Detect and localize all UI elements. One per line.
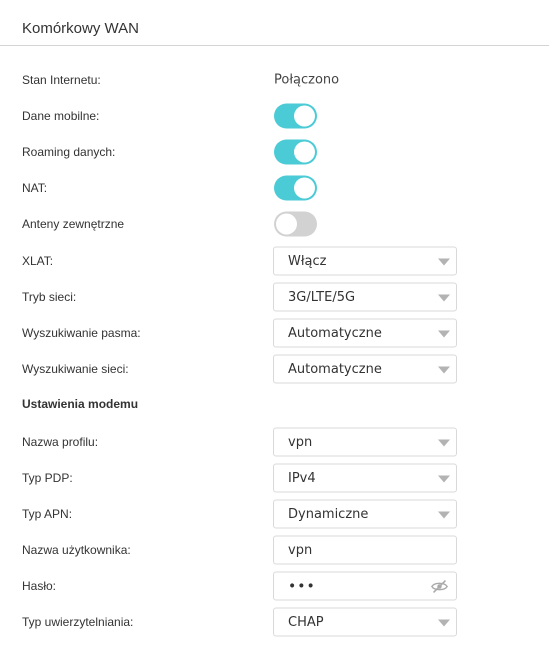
chevron-down-icon — [438, 330, 450, 338]
band-search-row: Wyszukiwanie pasma: Automatyczne — [0, 315, 549, 351]
internet-status-label: Stan Internetu: — [22, 73, 101, 87]
nat-toggle[interactable] — [274, 175, 317, 201]
network-search-select[interactable]: Automatyczne — [273, 354, 457, 384]
network-mode-label: Tryb sieci: — [22, 290, 77, 304]
modem-section-title: Ustawienia modemu — [22, 397, 139, 411]
apn-type-select[interactable]: Dynamiczne — [273, 499, 457, 529]
xlat-row: XLAT: Włącz — [0, 243, 549, 279]
network-search-selected-value: Automatyczne — [288, 361, 382, 377]
apn-type-row: Typ APN: Dynamiczne — [0, 496, 549, 532]
xlat-selected-value: Włącz — [288, 253, 327, 269]
network-search-row: Wyszukiwanie sieci: Automatyczne — [0, 351, 549, 387]
network-search-label: Wyszukiwanie sieci: — [22, 362, 129, 376]
pdp-type-selected-value: IPv4 — [288, 470, 316, 486]
auth-type-label: Typ uwierzytelniania: — [22, 615, 134, 629]
modem-section-header: Ustawienia modemu — [0, 386, 549, 422]
auth-type-row: Typ uwierzytelniania: CHAP — [0, 604, 549, 640]
page-title: Komórkowy WAN — [22, 20, 139, 37]
network-mode-row: Tryb sieci: 3G/LTE/5G — [0, 279, 549, 315]
toggle-knob — [294, 105, 315, 127]
profile-name-row: Nazwa profilu: vpn — [0, 424, 549, 460]
auth-type-selected-value: CHAP — [288, 614, 324, 630]
apn-type-label: Typ APN: — [22, 507, 73, 521]
band-search-select[interactable]: Automatyczne — [273, 318, 457, 348]
username-row: Nazwa użytkownika: vpn — [0, 532, 549, 568]
network-mode-selected-value: 3G/LTE/5G — [288, 289, 356, 305]
mobile-data-label: Dane mobilne: — [22, 109, 100, 123]
toggle-knob — [276, 213, 297, 235]
profile-name-selected-value: vpn — [288, 434, 313, 450]
chevron-down-icon — [438, 619, 450, 627]
apn-type-selected-value: Dynamiczne — [288, 506, 369, 522]
band-search-selected-value: Automatyczne — [288, 325, 382, 341]
username-label: Nazwa użytkownika: — [22, 543, 131, 557]
username-value: vpn — [288, 542, 313, 558]
data-roaming-toggle[interactable] — [274, 139, 317, 165]
pdp-type-row: Typ PDP: IPv4 — [0, 460, 549, 496]
internet-status-row: Stan Internetu: Połączono — [0, 62, 549, 98]
pdp-type-label: Typ PDP: — [22, 471, 73, 485]
chevron-down-icon — [438, 258, 450, 266]
mobile-data-row: Dane mobilne: — [0, 98, 549, 134]
toggle-knob — [294, 177, 315, 199]
eye-slash-icon[interactable] — [431, 580, 448, 594]
data-roaming-label: Roaming danych: — [22, 145, 116, 159]
xlat-label: XLAT: — [22, 254, 54, 268]
auth-type-select[interactable]: CHAP — [273, 607, 457, 637]
password-value: ••• — [288, 578, 316, 594]
chevron-down-icon — [438, 511, 450, 519]
data-roaming-row: Roaming danych: — [0, 134, 549, 170]
chevron-down-icon — [438, 366, 450, 374]
profile-name-select[interactable]: vpn — [273, 427, 457, 457]
title-divider — [0, 45, 549, 46]
username-input[interactable]: vpn — [273, 535, 457, 565]
profile-name-label: Nazwa profilu: — [22, 435, 99, 449]
password-input[interactable]: ••• — [273, 571, 457, 601]
nat-row: NAT: — [0, 170, 549, 206]
external-antennas-label: Anteny zewnętrzne — [22, 217, 125, 231]
chevron-down-icon — [438, 294, 450, 302]
chevron-down-icon — [438, 439, 450, 447]
chevron-down-icon — [438, 475, 450, 483]
network-mode-select[interactable]: 3G/LTE/5G — [273, 282, 457, 312]
mobile-data-toggle[interactable] — [274, 103, 317, 129]
external-antennas-row: Anteny zewnętrzne — [0, 206, 549, 242]
band-search-label: Wyszukiwanie pasma: — [22, 326, 141, 340]
pdp-type-select[interactable]: IPv4 — [273, 463, 457, 493]
password-row: Hasło: ••• — [0, 568, 549, 604]
toggle-knob — [294, 141, 315, 163]
internet-status-value: Połączono — [274, 72, 340, 88]
external-antennas-toggle[interactable] — [274, 211, 317, 237]
xlat-select[interactable]: Włącz — [273, 246, 457, 276]
password-label: Hasło: — [22, 579, 57, 593]
nat-label: NAT: — [22, 181, 48, 195]
